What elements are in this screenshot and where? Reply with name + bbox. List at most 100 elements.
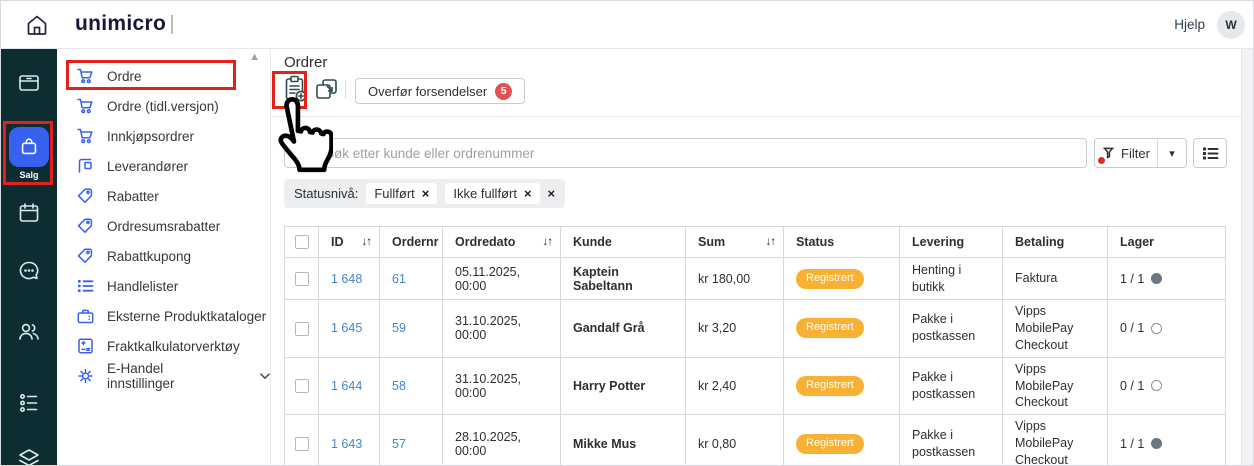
layers-icon[interactable]: [17, 447, 41, 466]
column-header-ordredato[interactable]: Ordredato↓↑: [443, 227, 561, 258]
filter-dropdown-caret[interactable]: ▾: [1157, 139, 1186, 167]
column-header-betaling[interactable]: Betaling: [1003, 227, 1108, 258]
sort-icon[interactable]: ↓↑: [362, 236, 372, 248]
order-date: 28.10.2025, 00:00: [443, 415, 561, 466]
transfer-count-badge: 5: [495, 83, 512, 100]
sidebar-item-fraktkalkulatorverktoy[interactable]: Fraktkalkulatorverktøy: [57, 331, 270, 361]
row-checkbox[interactable]: [295, 272, 309, 286]
caret-down-icon: ▾: [1169, 147, 1175, 160]
sidebar-item-label: Rabattkupong: [107, 249, 191, 264]
payment-method: Vipps MobilePay Checkout: [1003, 415, 1108, 466]
close-icon[interactable]: ×: [422, 187, 430, 200]
sidebar-item-handlelister[interactable]: Handlelister: [57, 271, 270, 301]
table-row: 1 648 61 05.11.2025, 00:00 Kaptein Sabel…: [285, 258, 1226, 300]
user-avatar[interactable]: W: [1217, 11, 1245, 39]
status-badge: Registrert: [796, 376, 864, 396]
column-header-kunde[interactable]: Kunde: [561, 227, 686, 258]
sidebar-item-innkjopsordrer[interactable]: Innkjøpsordrer: [57, 121, 270, 151]
chevron-down-icon: [260, 373, 270, 380]
stock-status-dot: [1151, 273, 1162, 284]
toolbar-separator-line: [271, 116, 1241, 117]
sales-nav-button[interactable]: [9, 127, 49, 167]
sort-icon[interactable]: ↓↑: [766, 236, 776, 248]
column-header-sum[interactable]: Sum↓↑: [686, 227, 784, 258]
sort-icon[interactable]: ↓↑: [543, 236, 553, 248]
delivery-method: Pakke i postkassen: [900, 415, 1003, 466]
home-icon[interactable]: [25, 13, 49, 37]
sidebar-item-eksterne-produktkataloger[interactable]: Eksterne Produktkataloger: [57, 301, 270, 331]
archive-icon[interactable]: [17, 71, 41, 95]
bullet-list-icon[interactable]: [17, 391, 41, 415]
chip-label: Ikke fullført: [453, 186, 517, 201]
page-title: Ordrer: [284, 54, 327, 71]
order-date: 31.10.2025, 00:00: [443, 300, 561, 358]
stock-count: 1 / 1: [1120, 437, 1144, 451]
list-icon: [77, 278, 94, 294]
column-settings-button[interactable]: [1193, 138, 1227, 168]
sidebar-item-label: E-Handel innstillinger: [107, 361, 233, 391]
cart-icon: [77, 68, 94, 84]
status-badge: Registrert: [796, 434, 864, 454]
sidebar-item-rabattkupong[interactable]: Rabattkupong: [57, 241, 270, 271]
search-input[interactable]: [284, 138, 1087, 168]
app-rail: Salg: [1, 49, 57, 465]
logo-cursor-bar: [171, 15, 173, 34]
clear-all-chips-close-icon[interactable]: ×: [548, 187, 556, 200]
sidebar-item-ordre-tidl-versjon[interactable]: Ordre (tidl.versjon): [57, 91, 270, 121]
delivery-method: Pakke i postkassen: [900, 300, 1003, 358]
filter-label: Filter: [1121, 146, 1150, 161]
sidebar-item-ordre[interactable]: Ordre: [57, 61, 270, 91]
shopping-bag-icon: [18, 136, 40, 158]
order-id-link[interactable]: 1 643: [331, 437, 362, 451]
order-id-link[interactable]: 1 644: [331, 379, 362, 393]
tag-icon: [77, 248, 94, 264]
sidebar-item-rabatter[interactable]: Rabatter: [57, 181, 270, 211]
order-date: 05.11.2025, 00:00: [443, 258, 561, 300]
transfer-shipments-button[interactable]: Overfør forsendelser 5: [355, 78, 525, 104]
row-checkbox[interactable]: [295, 437, 309, 451]
ordernr-link[interactable]: 59: [392, 321, 406, 335]
table-row: 1 645 59 31.10.2025, 00:00 Gandalf Grå k…: [285, 300, 1226, 358]
chip-ikke-fullfort[interactable]: Ikke fullført ×: [445, 183, 539, 204]
sales-nav-label: Salg: [1, 170, 57, 180]
row-checkbox[interactable]: [295, 322, 309, 336]
column-header-lager[interactable]: Lager: [1108, 227, 1226, 258]
new-order-icon[interactable]: [284, 75, 308, 108]
main-content: Ordrer Overfør forsendelser 5: [271, 49, 1241, 465]
column-header-ordernr[interactable]: Ordernr: [380, 227, 443, 258]
unimicro-logo: unimicro: [75, 12, 173, 36]
table-header-row: ID↓↑ Ordernr Ordredato↓↑ Kunde Sum↓↑ Sta…: [285, 227, 1226, 258]
sidebar-item-leverandorer[interactable]: Leverandører: [57, 151, 270, 181]
order-sum: kr 0,80: [686, 415, 784, 466]
ordernr-link[interactable]: 61: [392, 272, 406, 286]
search-icon: [297, 145, 313, 161]
column-header-levering[interactable]: Levering: [900, 227, 1003, 258]
select-all-checkbox[interactable]: [295, 235, 309, 249]
sidebar-item-label: Ordre: [107, 69, 142, 84]
ordernr-link[interactable]: 57: [392, 437, 406, 451]
sidebar-item-label: Eksterne Produktkataloger: [107, 309, 266, 324]
sidebar-item-ordresumsrabatter[interactable]: Ordresumsrabatter: [57, 211, 270, 241]
vertical-scrollbar[interactable]: [1241, 49, 1253, 465]
column-header-id[interactable]: ID↓↑: [319, 227, 380, 258]
users-icon[interactable]: [17, 319, 41, 343]
order-id-link[interactable]: 1 648: [331, 272, 362, 286]
close-icon[interactable]: ×: [524, 187, 532, 200]
order-id-link[interactable]: 1 645: [331, 321, 362, 335]
customer-name: Mikke Mus: [561, 415, 686, 466]
chat-icon[interactable]: [17, 259, 41, 283]
sidebar-item-label: Innkjøpsordrer: [107, 129, 194, 144]
sidebar-item-ehandel-innstillinger[interactable]: E-Handel innstillinger: [57, 361, 270, 391]
help-link[interactable]: Hjelp: [1174, 17, 1205, 32]
stock-count: 1 / 1: [1120, 272, 1144, 286]
row-checkbox[interactable]: [295, 379, 309, 393]
filter-button[interactable]: Filter: [1095, 139, 1157, 167]
chip-fullfort[interactable]: Fullført ×: [366, 183, 437, 204]
order-sum: kr 180,00: [686, 258, 784, 300]
app-window: unimicro Hjelp W Salg: [0, 0, 1254, 466]
ordernr-link[interactable]: 58: [392, 379, 406, 393]
calendar-icon[interactable]: [17, 201, 41, 225]
column-header-status[interactable]: Status: [784, 227, 900, 258]
customer-name: Gandalf Grå: [561, 300, 686, 358]
transfer-orders-icon[interactable]: [315, 78, 338, 106]
